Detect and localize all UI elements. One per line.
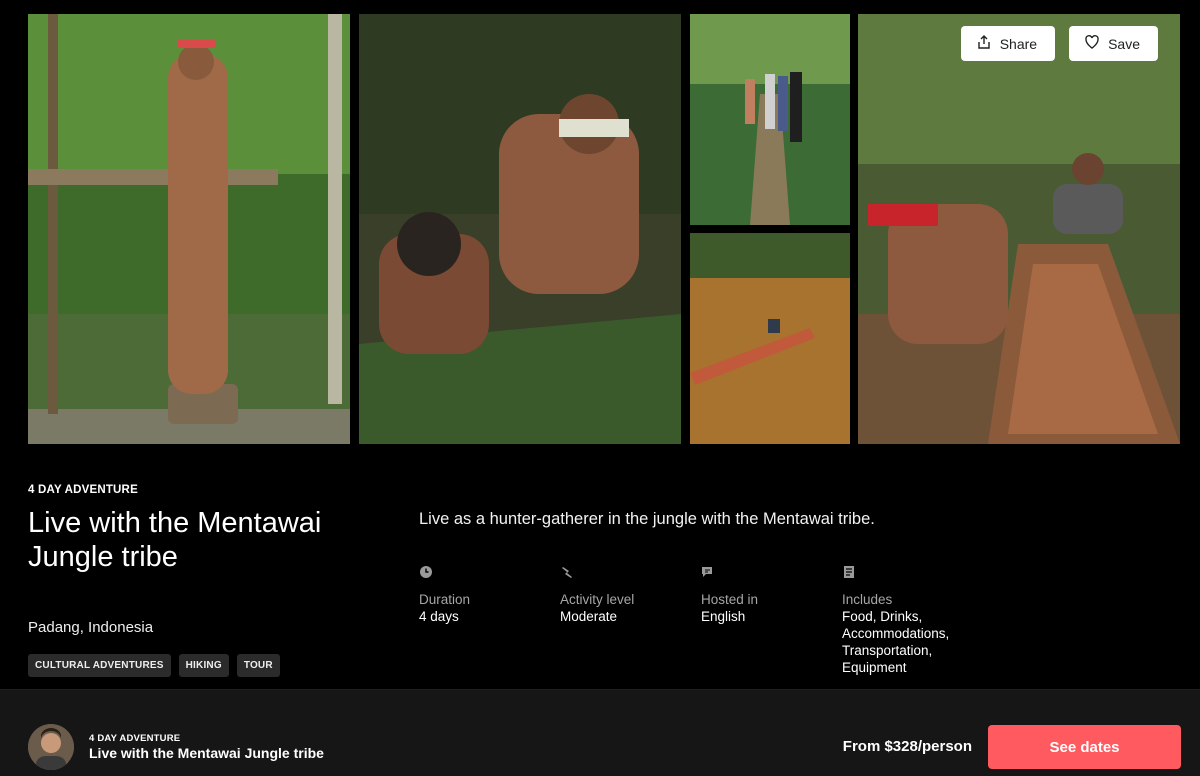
fact-activity-level: Activity level Moderate: [560, 565, 701, 676]
fact-duration: Duration 4 days: [419, 565, 560, 676]
fact-includes: Includes Food, Drinks, Accommodations, T…: [842, 565, 983, 676]
price-label: From $328/person: [842, 738, 972, 755]
tag-hiking[interactable]: HIKING: [178, 654, 229, 677]
gallery-actions: Share Save: [960, 26, 1158, 61]
save-label: Save: [1108, 35, 1140, 52]
share-label: Share: [999, 35, 1038, 52]
fact-hosted-value: English: [701, 609, 746, 624]
photo-hikers-trail[interactable]: [690, 14, 850, 225]
fact-includes-label: Includes: [842, 592, 893, 607]
share-icon: [976, 34, 992, 53]
activity-icon: [560, 565, 574, 579]
booking-bar: 4 DAY ADVENTURE Live with the Mentawai J…: [0, 689, 1200, 776]
category-tags: CULTURAL ADVENTURES HIKING TOUR: [28, 654, 280, 677]
share-button[interactable]: Share: [960, 26, 1056, 61]
bar-eyebrow: 4 DAY ADVENTURE: [89, 733, 181, 744]
chat-icon: [701, 565, 715, 579]
fact-hosted-label: Hosted in: [701, 592, 759, 607]
fact-includes-value: Food, Drinks, Accommodations, Transporta…: [842, 609, 950, 675]
photo-gallery: Share Save: [28, 14, 1180, 444]
experience-page: Share Save 4 DAY ADVENTURE Live with the…: [0, 0, 1200, 776]
bar-title: Live with the Mentawai Jungle tribe: [89, 745, 324, 761]
experience-eyebrow: 4 DAY ADVENTURE: [28, 484, 138, 496]
heart-icon: [1084, 34, 1100, 53]
save-button[interactable]: Save: [1069, 26, 1158, 61]
fact-activity-label: Activity level: [560, 592, 635, 607]
fact-hosted-in: Hosted in English: [701, 565, 842, 676]
photo-tribe-crafting[interactable]: [359, 14, 681, 444]
tag-tour[interactable]: TOUR: [236, 654, 280, 677]
experience-location: Padang, Indonesia: [28, 619, 154, 636]
clock-icon: [419, 565, 433, 579]
fact-activity-value: Moderate: [560, 609, 618, 624]
fact-duration-label: Duration: [419, 592, 471, 607]
photo-tribesman-standing[interactable]: [28, 14, 350, 444]
host-avatar[interactable]: [28, 724, 74, 770]
photo-river-canoe[interactable]: [690, 233, 850, 444]
tag-cultural-adventures[interactable]: CULTURAL ADVENTURES: [28, 654, 171, 677]
experience-title: Live with the Mentawai Jungle tribe: [28, 507, 322, 573]
experience-facts: Duration 4 days Activity level Moderate …: [419, 565, 983, 676]
experience-tagline: Live as a hunter-gatherer in the jungle …: [419, 510, 875, 528]
fact-duration-value: 4 days: [419, 609, 459, 624]
see-dates-button[interactable]: See dates: [988, 725, 1181, 769]
list-icon: [842, 565, 856, 579]
photo-canoe-carving[interactable]: [858, 14, 1180, 444]
